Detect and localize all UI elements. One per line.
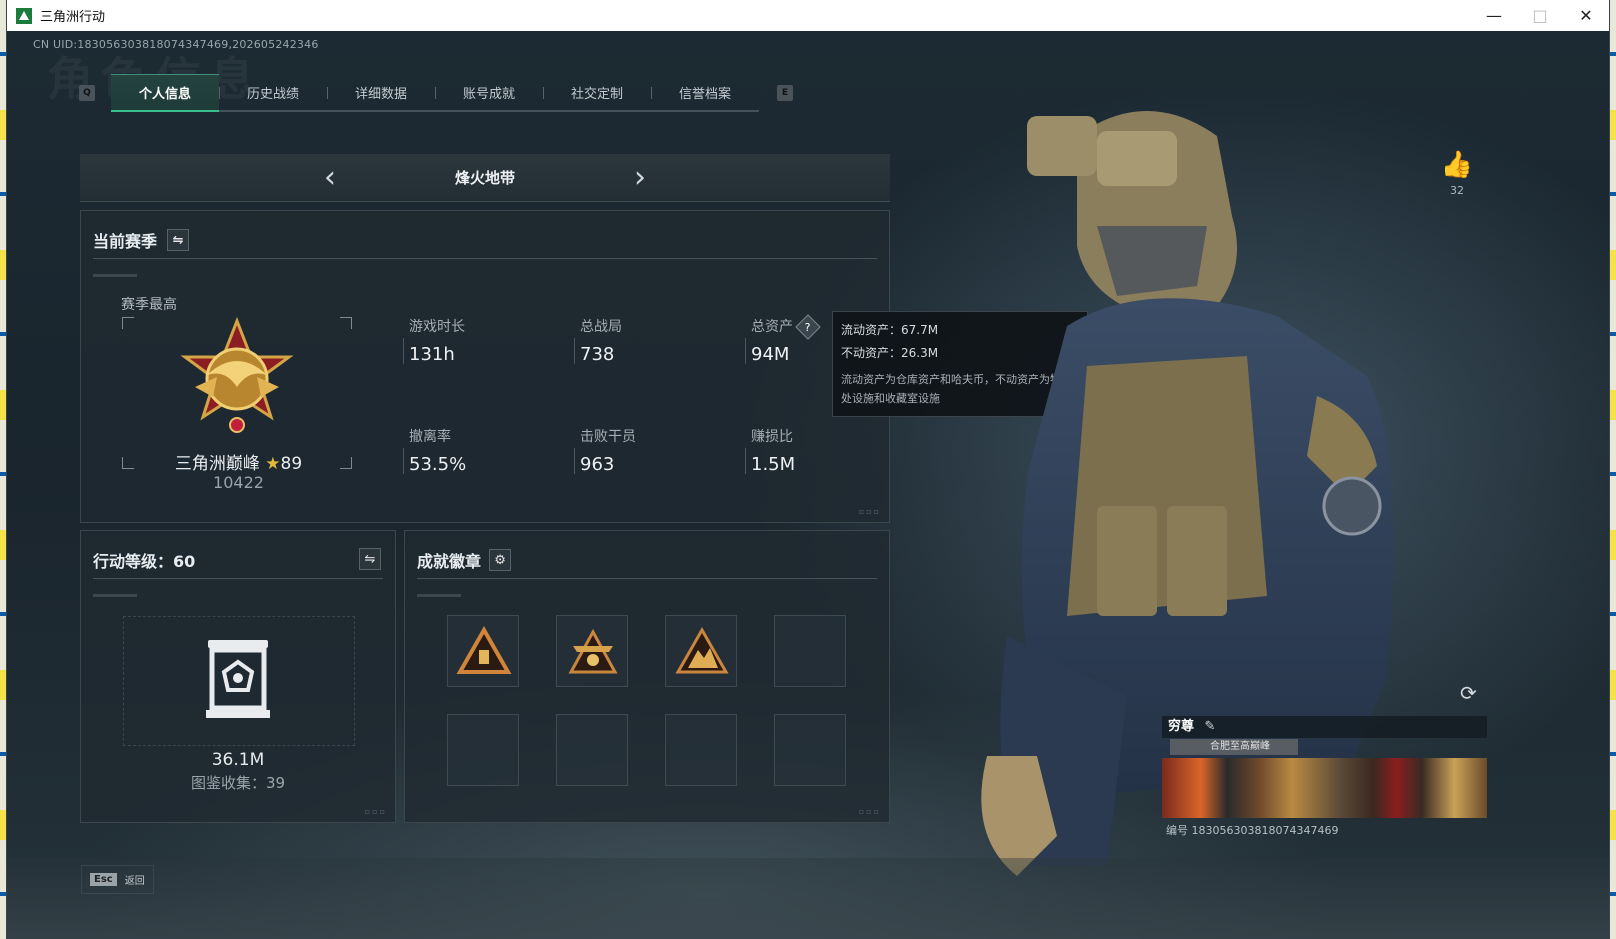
decor-dots: ▫▫▫ bbox=[858, 807, 881, 816]
badge-mountain-icon bbox=[675, 626, 729, 674]
mode-selector: ‹ 烽火地带 › bbox=[80, 154, 890, 202]
stat-total-matches: 总战局 738 bbox=[574, 316, 622, 365]
badge-slot[interactable] bbox=[556, 615, 628, 687]
gear-icon[interactable]: ⚙ bbox=[489, 549, 512, 571]
game-screen: 角色信息 CN UID:18305630381807434746​9,20260… bbox=[7, 31, 1609, 939]
stat-total-assets: 总资产? 94M bbox=[745, 314, 821, 365]
badges-title: 成就徽章 bbox=[417, 552, 482, 571]
frame-corner bbox=[122, 317, 134, 329]
next-mode-button[interactable]: › bbox=[625, 160, 655, 195]
swap-icon[interactable]: ⇋ bbox=[167, 229, 190, 251]
uid-label: CN UID:18305630381807434746​9,2026052423… bbox=[33, 38, 319, 51]
badge-winged-icon bbox=[568, 628, 618, 674]
minimize-button[interactable]: — bbox=[1471, 0, 1517, 31]
badge-slot-empty[interactable] bbox=[774, 714, 846, 786]
rank-score: 10422 bbox=[213, 473, 264, 492]
frame-corner bbox=[340, 317, 352, 329]
stat-kills: 击败干员 963 bbox=[574, 426, 636, 475]
stat-playtime: 游戏时长 131h bbox=[403, 316, 465, 365]
player-id[interactable]: 编号 183056303818074347469 bbox=[1166, 822, 1338, 838]
tab-social[interactable]: 社交定制 bbox=[543, 74, 651, 110]
badge-slot-empty[interactable] bbox=[774, 615, 846, 687]
badge-slot-empty[interactable] bbox=[447, 714, 519, 786]
divider bbox=[93, 258, 877, 259]
frame-corner bbox=[340, 457, 352, 469]
like-count: 32 bbox=[1450, 184, 1464, 197]
star-icon: ★ bbox=[265, 454, 281, 474]
decor-dash bbox=[93, 274, 137, 277]
stat-extraction-rate: 撤离率 53.5% bbox=[402, 426, 466, 475]
decor-dash bbox=[417, 594, 461, 597]
stat-profit-ratio: 赚损比 1.5M bbox=[744, 426, 795, 475]
player-name: 穷尊 bbox=[1168, 719, 1195, 734]
action-level-panel: 行动等级：60 ⇋ 36.1M 图鉴收集：39 ▫▫▫ bbox=[80, 530, 396, 823]
decor-dash bbox=[93, 594, 137, 597]
close-button[interactable]: ✕ bbox=[1563, 0, 1609, 31]
app-icon bbox=[16, 7, 32, 24]
back-label: 返回 bbox=[124, 876, 145, 887]
season-best-label: 赛季最高 bbox=[121, 297, 177, 313]
back-button[interactable]: Esc 返回 bbox=[81, 865, 154, 894]
help-icon[interactable]: ? bbox=[795, 314, 821, 340]
prev-mode-button[interactable]: ‹ bbox=[315, 160, 345, 195]
collection-count: 图鉴收集：39 bbox=[190, 774, 286, 792]
badge-slot[interactable] bbox=[447, 615, 519, 687]
tab-history[interactable]: 历史战绩 bbox=[219, 74, 327, 110]
badge-slot-empty[interactable] bbox=[665, 714, 737, 786]
current-season-panel: 当前赛季 ⇋ 赛季最高 三角洲巅峰 ★89 10422 游戏时长 131h 总战… bbox=[80, 210, 890, 523]
game-window: 三角洲行动 — □ ✕ 角色信息 CN UID:1830563038180743… bbox=[7, 0, 1609, 939]
safe-collection-icon bbox=[206, 640, 270, 718]
refresh-icon[interactable]: ⟳ bbox=[1460, 681, 1477, 705]
thumbs-up-icon[interactable]: 👍 bbox=[1437, 150, 1477, 180]
frame-corner bbox=[122, 457, 134, 469]
level-title: 行动等级：60 bbox=[93, 552, 196, 571]
badge-pyramid-icon bbox=[456, 625, 512, 674]
badge-slot-empty[interactable] bbox=[556, 714, 628, 786]
badge-slot[interactable] bbox=[665, 615, 737, 687]
tab-reputation[interactable]: 信誉档案 bbox=[651, 74, 759, 110]
profile-card[interactable]: 穷尊 ✎ 合肥至高巅峰 编号 183056303818074347469 bbox=[1162, 716, 1487, 837]
profile-tabs: Q 个人信息 历史战绩 详细数据 账号成就 社交定制 信誉档案 E bbox=[79, 74, 793, 112]
decor-dots: ▫▫▫ bbox=[858, 507, 881, 516]
e-key-hint[interactable]: E bbox=[777, 85, 793, 101]
collection-value: 36.1M bbox=[211, 750, 265, 770]
divider bbox=[93, 578, 383, 579]
season-title: 当前赛季 bbox=[93, 232, 158, 251]
tab-achievements[interactable]: 账号成就 bbox=[435, 74, 543, 110]
bottom-bar bbox=[7, 858, 1609, 939]
decor-dots: ▫▫▫ bbox=[364, 807, 387, 816]
edit-icon[interactable]: ✎ bbox=[1205, 719, 1216, 734]
q-key-hint[interactable]: Q bbox=[79, 85, 95, 101]
player-name-row: 穷尊 ✎ bbox=[1162, 716, 1487, 738]
title-bar: 三角洲行动 — □ ✕ bbox=[7, 0, 1609, 31]
tab-personal-info[interactable]: 个人信息 bbox=[111, 74, 219, 112]
achievement-badges-panel: 成就徽章 ⚙ ▫▫▫ bbox=[404, 530, 890, 823]
profile-banner-image bbox=[1162, 758, 1487, 818]
player-title: 合肥至高巅峰 bbox=[1170, 739, 1298, 755]
mode-title: 烽火地带 bbox=[454, 169, 515, 187]
divider bbox=[417, 578, 877, 579]
tab-details[interactable]: 详细数据 bbox=[327, 74, 435, 110]
rank-name: 三角洲巅峰 ★89 bbox=[174, 454, 303, 474]
like-widget[interactable]: 👍 32 bbox=[1437, 150, 1477, 197]
esc-key-hint: Esc bbox=[90, 873, 117, 886]
maximize-button[interactable]: □ bbox=[1517, 0, 1563, 31]
rank-emblem-icon bbox=[180, 317, 294, 433]
swap-icon[interactable]: ⇋ bbox=[359, 548, 381, 570]
window-title: 三角洲行动 bbox=[40, 10, 106, 25]
